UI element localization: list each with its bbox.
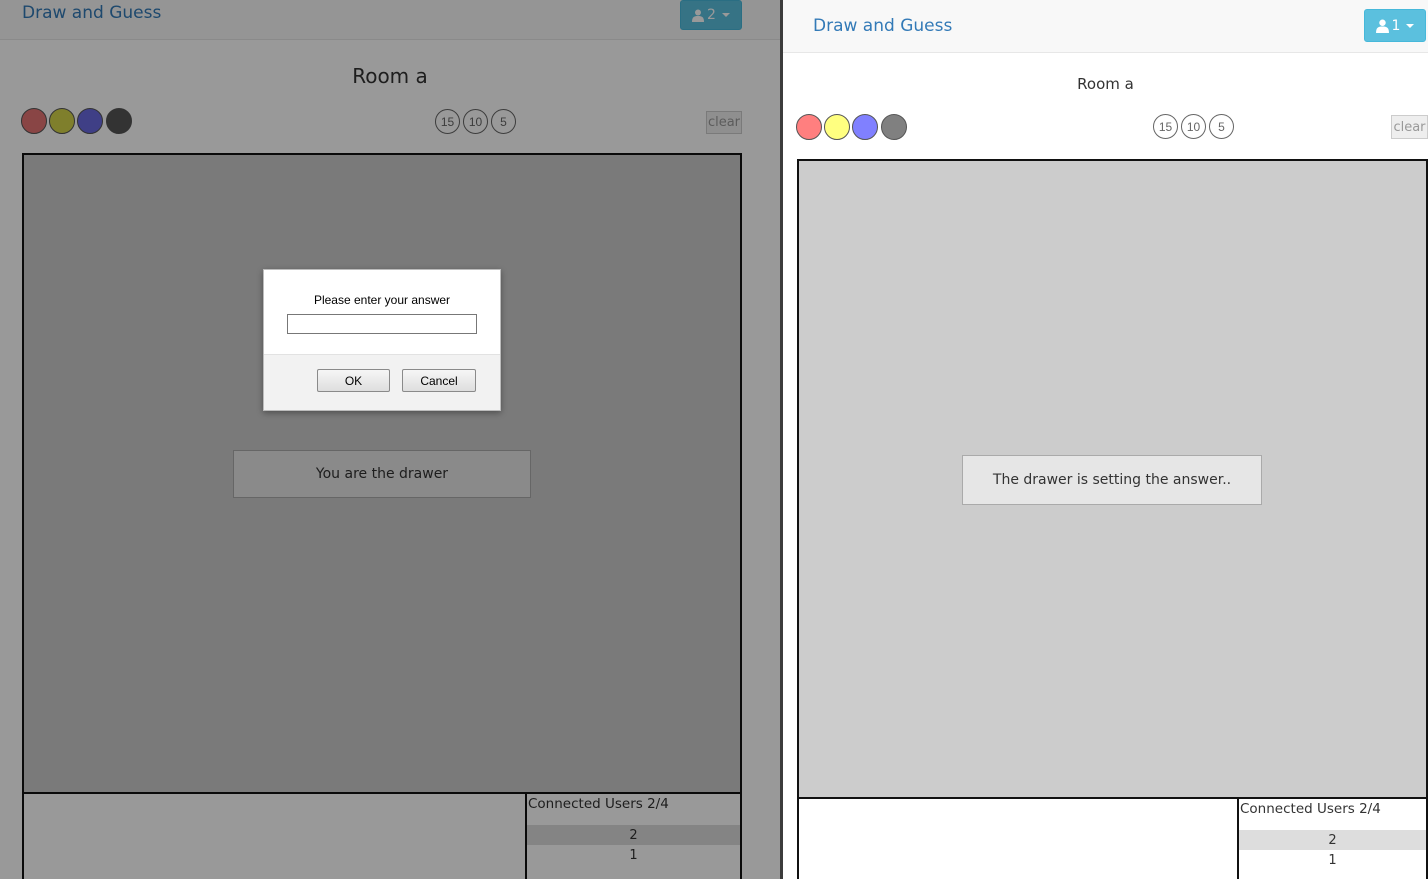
dialog-footer: OK Cancel <box>264 354 500 410</box>
brand-link[interactable]: Draw and Guess <box>813 16 952 36</box>
left-browser-pane: Draw and Guess 2 Room a 15 10 5 clear Yo… <box>0 0 780 879</box>
navbar: Draw and Guess 1 <box>783 0 1428 53</box>
ok-button[interactable]: OK <box>317 369 390 392</box>
clear-button[interactable]: clear <box>1391 115 1428 139</box>
users-panel: Connected Users 2/4 2 1 <box>1239 799 1426 879</box>
bottom-panel: Connected Users 2/4 2 1 <box>797 797 1428 879</box>
status-message: The drawer is setting the answer.. <box>962 455 1262 505</box>
user-row: 1 <box>1328 852 1337 868</box>
color-swatch-blue[interactable] <box>852 114 878 140</box>
user-row: 2 <box>1239 830 1426 850</box>
caret-down-icon <box>1406 23 1415 28</box>
user-count: 1 <box>1391 17 1401 34</box>
color-swatch-red[interactable] <box>796 114 822 140</box>
right-browser-pane: Draw and Guess 1 Room a 15 10 5 clear Th… <box>783 0 1428 879</box>
brush-size-15[interactable]: 15 <box>1153 114 1178 139</box>
room-title: Room a <box>1077 75 1134 93</box>
drawing-canvas[interactable]: The drawer is setting the answer.. <box>797 159 1428 800</box>
brush-size-5[interactable]: 5 <box>1209 114 1234 139</box>
modal-backdrop <box>0 0 780 879</box>
answer-input[interactable] <box>287 314 477 334</box>
user-icon <box>1375 19 1389 33</box>
dialog-message: Please enter your answer <box>313 293 451 307</box>
user-menu-button[interactable]: 1 <box>1364 9 1426 42</box>
cancel-button[interactable]: Cancel <box>402 369 476 392</box>
prompt-dialog: Please enter your answer OK Cancel <box>263 269 501 411</box>
chat-area[interactable] <box>799 799 1239 879</box>
brush-size-10[interactable]: 10 <box>1181 114 1206 139</box>
color-swatch-gray[interactable] <box>881 114 907 140</box>
users-title: Connected Users 2/4 <box>1240 801 1381 817</box>
color-swatch-yellow[interactable] <box>824 114 850 140</box>
